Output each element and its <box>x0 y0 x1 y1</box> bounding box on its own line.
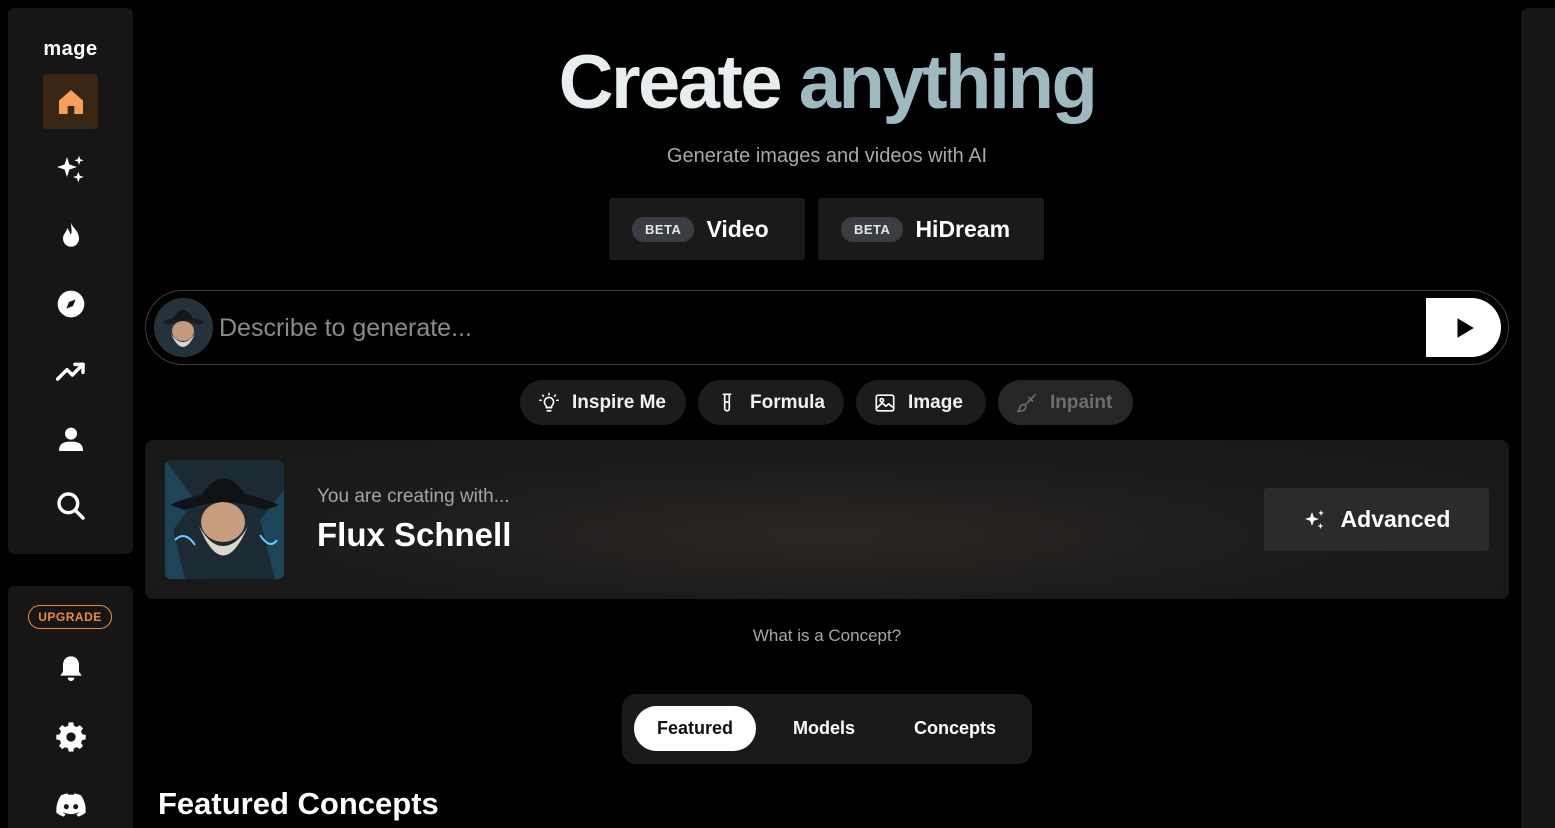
model-name: Flux Schnell <box>317 516 512 553</box>
inpaint-button[interactable]: Inpaint <box>998 380 1133 425</box>
inspire-me-button[interactable]: Inspire Me <box>520 380 686 425</box>
nav-explore[interactable] <box>43 276 98 331</box>
prompt-input[interactable] <box>219 305 1409 351</box>
play-icon <box>1457 317 1474 338</box>
user-icon <box>58 427 83 451</box>
beta-badge: BETA <box>841 216 904 242</box>
hero-title: Create anything <box>133 38 1521 128</box>
prompt-bar <box>145 290 1509 365</box>
app-logo[interactable]: mage <box>8 38 133 61</box>
content-tabs: Featured Models Concepts <box>622 694 1032 764</box>
nav-search[interactable] <box>43 478 98 533</box>
wizard-thumbnail-image <box>165 460 284 579</box>
inspire-me-label: Inspire Me <box>572 391 666 413</box>
beta-badge: BETA <box>632 216 695 242</box>
nav-home[interactable] <box>43 74 98 129</box>
section-title: Featured Concepts <box>158 786 439 821</box>
gear-icon <box>55 721 86 752</box>
search-icon <box>56 491 85 520</box>
brush-icon <box>1017 393 1037 412</box>
nav-hot[interactable] <box>43 208 98 263</box>
sparkles-icon <box>56 155 84 182</box>
formula-button[interactable]: Formula <box>698 380 844 425</box>
home-icon <box>58 89 83 114</box>
hidream-beta-button[interactable]: BETA HiDream <box>818 198 1044 260</box>
lightbulb-icon <box>539 392 559 412</box>
hero-subtitle: Generate images and videos with AI <box>666 145 988 167</box>
sidebar-main: mage <box>8 8 133 554</box>
image-button[interactable]: Image <box>856 380 986 425</box>
compass-icon <box>57 290 84 317</box>
image-label: Image <box>908 391 963 413</box>
hero-title-part1: Create <box>558 40 783 125</box>
generate-button[interactable] <box>1426 298 1501 357</box>
tab-models[interactable]: Models <box>770 706 878 751</box>
video-label: Video <box>706 215 769 242</box>
nav-trending[interactable] <box>43 343 98 398</box>
nav-discord[interactable] <box>43 776 98 828</box>
wizard-avatar-image <box>154 298 213 357</box>
nav-create[interactable] <box>43 141 98 196</box>
what-is-concept-link[interactable]: What is a Concept? <box>133 626 1521 646</box>
advanced-label: Advanced <box>1340 506 1451 532</box>
tab-concepts[interactable]: Concepts <box>894 706 1016 751</box>
model-thumbnail[interactable] <box>165 460 284 579</box>
hidream-label: HiDream <box>915 215 1011 242</box>
test-tube-icon <box>722 392 732 412</box>
advanced-button[interactable]: Advanced <box>1264 488 1489 551</box>
inpaint-label: Inpaint <box>1050 391 1113 413</box>
right-panel-edge <box>1521 8 1555 828</box>
model-kicker: You are creating with... <box>317 486 510 507</box>
model-avatar[interactable] <box>154 298 213 357</box>
model-card[interactable]: You are creating with... Flux Schnell Ad… <box>145 440 1509 599</box>
sparkles-icon <box>1304 509 1324 529</box>
trending-up-icon <box>55 362 85 381</box>
video-beta-button[interactable]: BETA Video <box>609 198 805 260</box>
hero-title-part2: anything <box>798 40 1098 125</box>
discord-icon <box>55 792 86 817</box>
nav-profile[interactable] <box>43 411 98 466</box>
nav-notifications[interactable] <box>43 641 98 696</box>
image-icon <box>875 393 895 412</box>
nav-settings[interactable] <box>43 709 98 764</box>
formula-label: Formula <box>750 391 825 413</box>
sidebar-secondary: UPGRADE <box>8 586 133 828</box>
tab-featured[interactable]: Featured <box>634 706 756 751</box>
upgrade-button[interactable]: UPGRADE <box>28 605 112 629</box>
flame-icon <box>62 222 79 247</box>
bell-icon <box>59 655 82 681</box>
